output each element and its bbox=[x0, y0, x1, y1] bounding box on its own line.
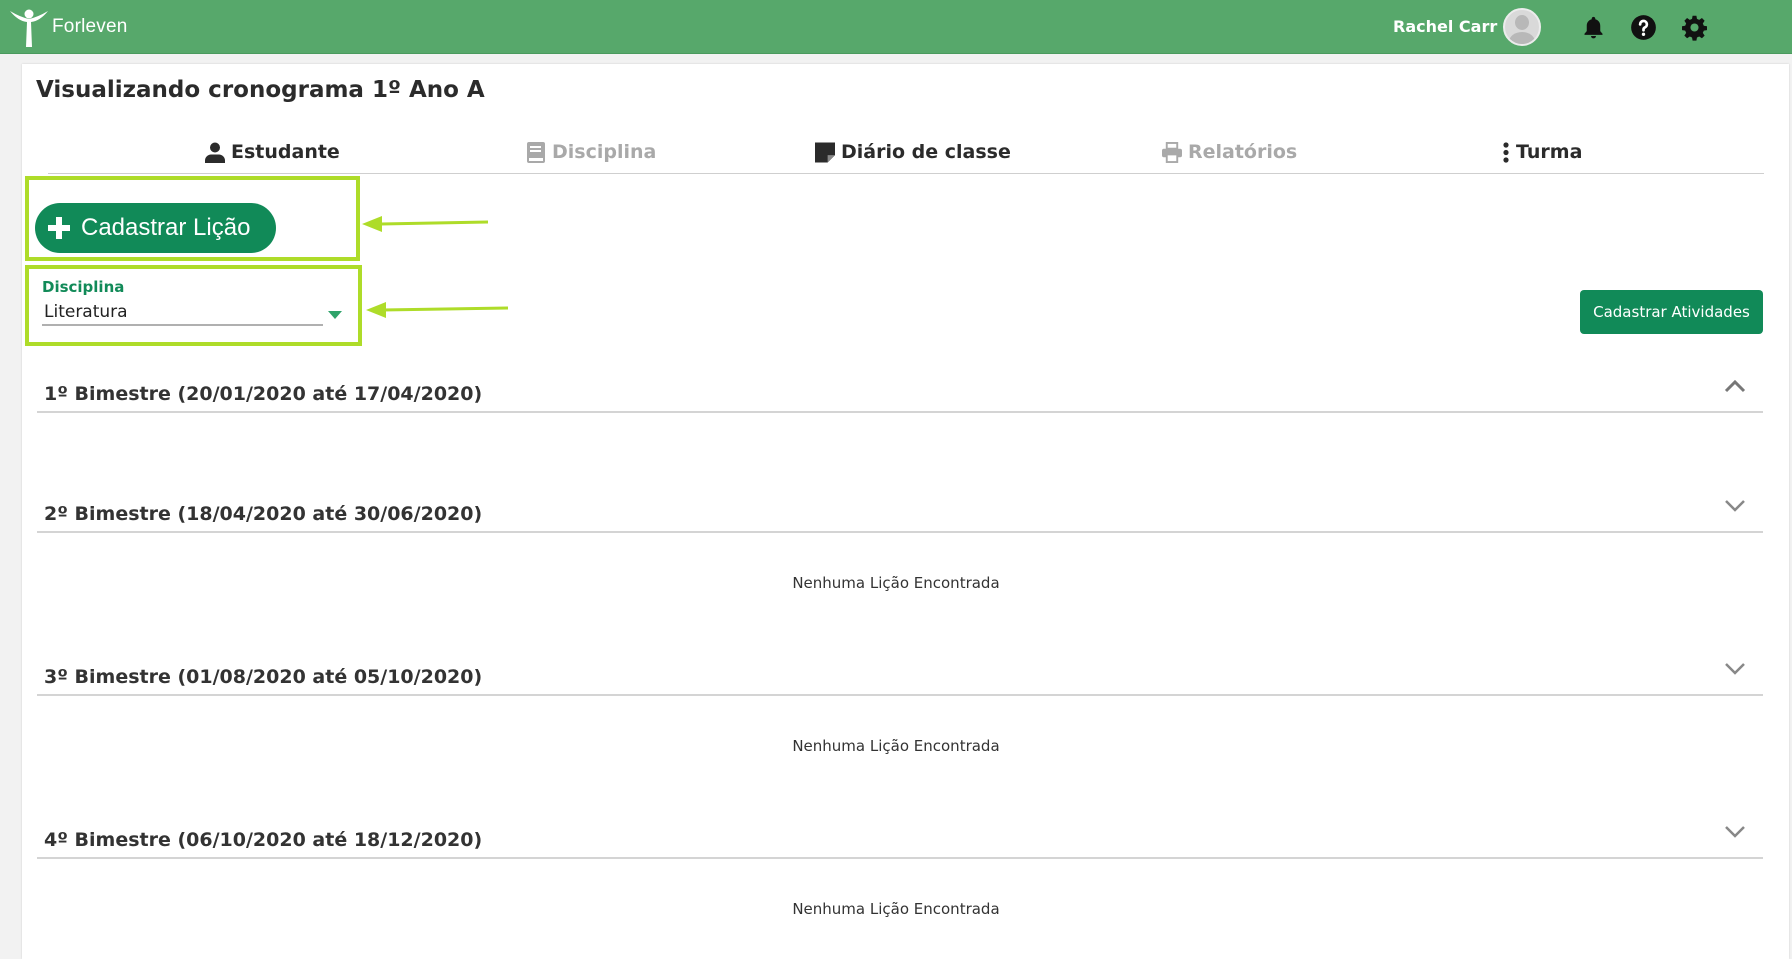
chevron-down-icon[interactable] bbox=[1723, 497, 1747, 515]
bell-icon[interactable] bbox=[1579, 13, 1607, 41]
chevron-down-icon[interactable] bbox=[328, 311, 342, 319]
bimester-header-1[interactable]: 1º Bimestre (20/01/2020 até 17/04/2020) bbox=[37, 373, 1763, 413]
more-vertical-icon bbox=[1503, 141, 1509, 163]
book-icon bbox=[527, 141, 545, 163]
tab-label: Relatórios bbox=[1188, 141, 1298, 163]
tab-label: Turma bbox=[1516, 141, 1583, 163]
tab-label: Diário de classe bbox=[841, 141, 1011, 163]
logo-text: Forleven bbox=[52, 16, 128, 37]
printer-icon bbox=[1162, 141, 1182, 163]
empty-lessons-text: Nenhuma Lição Encontrada bbox=[792, 900, 1000, 918]
user-icon bbox=[205, 142, 225, 163]
add-activities-button[interactable]: Cadastrar Atividades bbox=[1580, 290, 1763, 334]
tab-disciplina[interactable]: Disciplina bbox=[526, 141, 656, 163]
tab-estudante[interactable]: Estudante bbox=[205, 141, 340, 163]
bimester-title: 3º Bimestre (01/08/2020 até 05/10/2020) bbox=[44, 666, 483, 688]
empty-lessons-text: Nenhuma Lição Encontrada bbox=[792, 574, 1000, 592]
tab-relatorios[interactable]: Relatórios bbox=[1162, 141, 1297, 163]
annotation-arrow-icon bbox=[366, 302, 509, 318]
tab-label: Disciplina bbox=[552, 141, 657, 163]
bimester-header-3[interactable]: 3º Bimestre (01/08/2020 até 05/10/2020) bbox=[37, 656, 1763, 696]
chevron-down-icon[interactable] bbox=[1723, 660, 1747, 678]
tab-diario-de-classe[interactable]: Diário de classe bbox=[815, 141, 1011, 163]
add-lesson-label: Cadastrar Lição bbox=[81, 214, 251, 241]
chevron-up-icon[interactable] bbox=[1723, 377, 1747, 395]
annotation-arrow-icon bbox=[362, 216, 489, 232]
bimester-title: 1º Bimestre (20/01/2020 até 17/04/2020) bbox=[44, 383, 483, 405]
bimester-header-2[interactable]: 2º Bimestre (18/04/2020 até 30/06/2020) bbox=[37, 493, 1763, 533]
help-icon[interactable] bbox=[1629, 13, 1657, 41]
empty-lessons-text: Nenhuma Lição Encontrada bbox=[792, 737, 1000, 755]
tab-label: Estudante bbox=[231, 141, 340, 163]
page-title: Visualizando cronograma 1º Ano A bbox=[36, 77, 485, 103]
bimester-header-4[interactable]: 4º Bimestre (06/10/2020 até 18/12/2020) bbox=[37, 819, 1763, 859]
plus-icon bbox=[48, 217, 70, 239]
discipline-select-value: Literatura bbox=[44, 302, 128, 322]
user-name[interactable]: Rachel Carr bbox=[1393, 17, 1497, 36]
discipline-select[interactable]: Literatura bbox=[42, 299, 323, 326]
add-lesson-button[interactable]: Cadastrar Lição bbox=[35, 203, 276, 253]
top-bar: Forleven Rachel Carr bbox=[0, 0, 1792, 54]
logo-figure-icon bbox=[10, 9, 48, 47]
discipline-select-label: Disciplina bbox=[42, 278, 125, 296]
chevron-down-icon[interactable] bbox=[1723, 823, 1747, 841]
note-icon bbox=[815, 142, 835, 162]
bimester-title: 2º Bimestre (18/04/2020 até 30/06/2020) bbox=[44, 503, 483, 525]
logo[interactable]: Forleven bbox=[8, 4, 128, 50]
bimester-title: 4º Bimestre (06/10/2020 até 18/12/2020) bbox=[44, 829, 483, 851]
tab-bar: Estudante Disciplina Diário de classe Re… bbox=[48, 138, 1764, 174]
tab-turma[interactable]: Turma bbox=[1502, 141, 1582, 163]
gear-icon[interactable] bbox=[1680, 13, 1708, 41]
avatar[interactable] bbox=[1503, 8, 1541, 46]
